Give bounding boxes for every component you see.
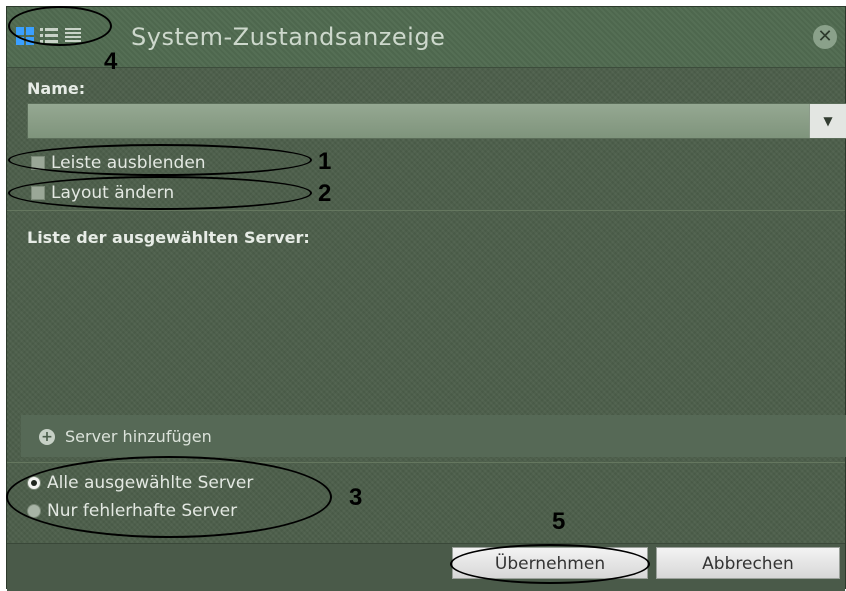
name-label: Name: [27, 79, 86, 98]
annotation-label: 3 [349, 484, 363, 511]
annotation-ellipse [8, 144, 312, 176]
add-server-bar[interactable]: + Server hinzufügen [21, 415, 846, 457]
name-select[interactable]: ▼ [27, 103, 846, 139]
close-icon[interactable]: ✕ [813, 25, 837, 49]
add-server-label: Server hinzufügen [65, 427, 212, 446]
annotation-ellipse [8, 6, 112, 46]
annotation-ellipse [8, 176, 312, 210]
window-title: System-Zustandsanzeige [131, 23, 446, 51]
plus-icon: + [39, 429, 55, 445]
server-list-title: Liste der ausgewählten Server: [27, 228, 310, 247]
cancel-button[interactable]: Abbrechen [656, 547, 840, 579]
chevron-down-icon[interactable]: ▼ [809, 104, 846, 138]
annotation-label: 5 [552, 508, 566, 535]
annotation-ellipse [450, 544, 650, 584]
annotation-ellipse [6, 456, 332, 538]
divider [7, 210, 845, 211]
title-bar: System-Zustandsanzeige ✕ [7, 7, 845, 68]
annotation-label: 4 [104, 48, 118, 75]
annotation-label: 1 [318, 148, 332, 175]
annotation-label: 2 [318, 180, 332, 207]
